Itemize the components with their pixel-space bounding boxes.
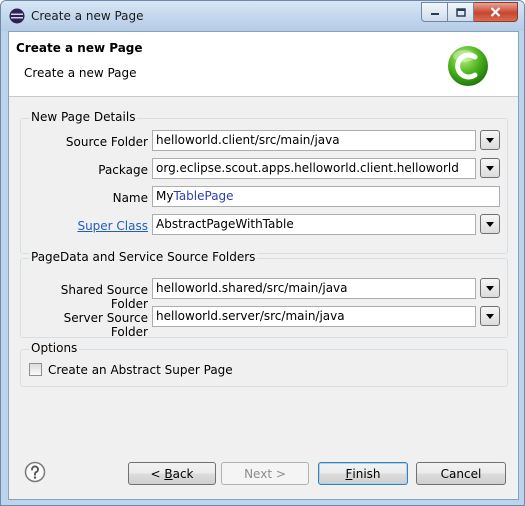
window-title: Create a new Page bbox=[31, 9, 144, 23]
abstract-super-page-label[interactable]: Create an Abstract Super Page bbox=[48, 363, 233, 377]
source-folder-field[interactable]: helloworld.client/src/main/java bbox=[152, 130, 476, 151]
chevron-down-icon bbox=[486, 165, 494, 171]
maximize-icon bbox=[455, 7, 466, 17]
shared-source-folder-label: Shared Source Folder bbox=[60, 283, 148, 311]
server-source-folder-value: helloworld.server/src/main/java bbox=[156, 309, 345, 323]
minimize-button[interactable] bbox=[421, 2, 448, 22]
shared-source-folder-field[interactable]: helloworld.shared/src/main/java bbox=[152, 278, 476, 299]
window-controls bbox=[421, 2, 518, 22]
abstract-super-page-checkbox[interactable] bbox=[29, 363, 42, 376]
back-prefix: < bbox=[150, 466, 165, 481]
chevron-down-icon bbox=[486, 313, 494, 319]
finish-button[interactable]: Finish bbox=[318, 462, 408, 485]
name-highlight: TablePage bbox=[173, 189, 234, 203]
finish-mnemonic: F bbox=[345, 466, 353, 481]
super-class-value: AbstractPageWithTable bbox=[156, 217, 294, 231]
server-source-folder-field[interactable]: helloworld.server/src/main/java bbox=[152, 306, 476, 327]
scout-logo-icon bbox=[448, 46, 488, 86]
cancel-button[interactable]: Cancel bbox=[416, 462, 506, 485]
package-field[interactable]: org.eclipse.scout.apps.helloworld.client… bbox=[152, 158, 476, 179]
back-mnemonic: B bbox=[164, 466, 173, 481]
server-source-folder-dropdown-button[interactable] bbox=[480, 306, 500, 326]
wizard-header: Create a new Page Create a new Page bbox=[9, 32, 518, 97]
close-button[interactable] bbox=[474, 2, 518, 22]
super-class-field[interactable]: AbstractPageWithTable bbox=[152, 214, 476, 235]
page-title: Create a new Page bbox=[16, 41, 143, 55]
title-bar: Create a new Page bbox=[1, 1, 524, 31]
package-dropdown-button[interactable] bbox=[480, 158, 500, 178]
wizard-content: Create a new Page Create a new Page New … bbox=[8, 31, 519, 500]
super-class-link[interactable]: Super Class bbox=[29, 219, 148, 233]
next-label: Next > bbox=[244, 466, 286, 481]
shared-source-folder-value: helloworld.shared/src/main/java bbox=[156, 281, 348, 295]
help-icon[interactable] bbox=[24, 461, 46, 483]
server-source-folder-label: Server Source Folder bbox=[63, 311, 148, 339]
wizard-window: Create a new Page Create a new Page Crea… bbox=[0, 0, 525, 506]
group-title: Options bbox=[29, 341, 80, 355]
chevron-down-icon bbox=[486, 285, 494, 291]
page-description: Create a new Page bbox=[24, 66, 137, 80]
eclipse-icon bbox=[9, 8, 25, 24]
source-folder-value: helloworld.client/src/main/java bbox=[156, 133, 340, 147]
group-title: PageData and Service Source Folders bbox=[29, 250, 258, 264]
cancel-label: Cancel bbox=[440, 466, 482, 481]
name-label: Name bbox=[112, 191, 148, 205]
source-folder-dropdown-button[interactable] bbox=[480, 130, 500, 150]
next-button[interactable]: Next > bbox=[221, 462, 309, 485]
super-class-dropdown-button[interactable] bbox=[480, 214, 500, 234]
name-field[interactable]: MyTablePage bbox=[152, 186, 500, 207]
minimize-icon bbox=[430, 13, 439, 15]
back-button[interactable]: < Back bbox=[128, 462, 216, 485]
group-title: New Page Details bbox=[29, 110, 138, 124]
chevron-down-icon bbox=[486, 221, 494, 227]
maximize-button[interactable] bbox=[448, 2, 474, 22]
close-icon bbox=[490, 7, 501, 17]
chevron-down-icon bbox=[486, 137, 494, 143]
shared-source-folder-dropdown-button[interactable] bbox=[480, 278, 500, 298]
name-prefix: My bbox=[156, 189, 174, 203]
finish-label-rest: inish bbox=[352, 466, 381, 481]
back-label-rest: ack bbox=[172, 466, 194, 481]
package-label: Package bbox=[98, 163, 148, 177]
source-folder-label: Source Folder bbox=[65, 135, 148, 149]
package-value: org.eclipse.scout.apps.helloworld.client… bbox=[156, 161, 459, 175]
